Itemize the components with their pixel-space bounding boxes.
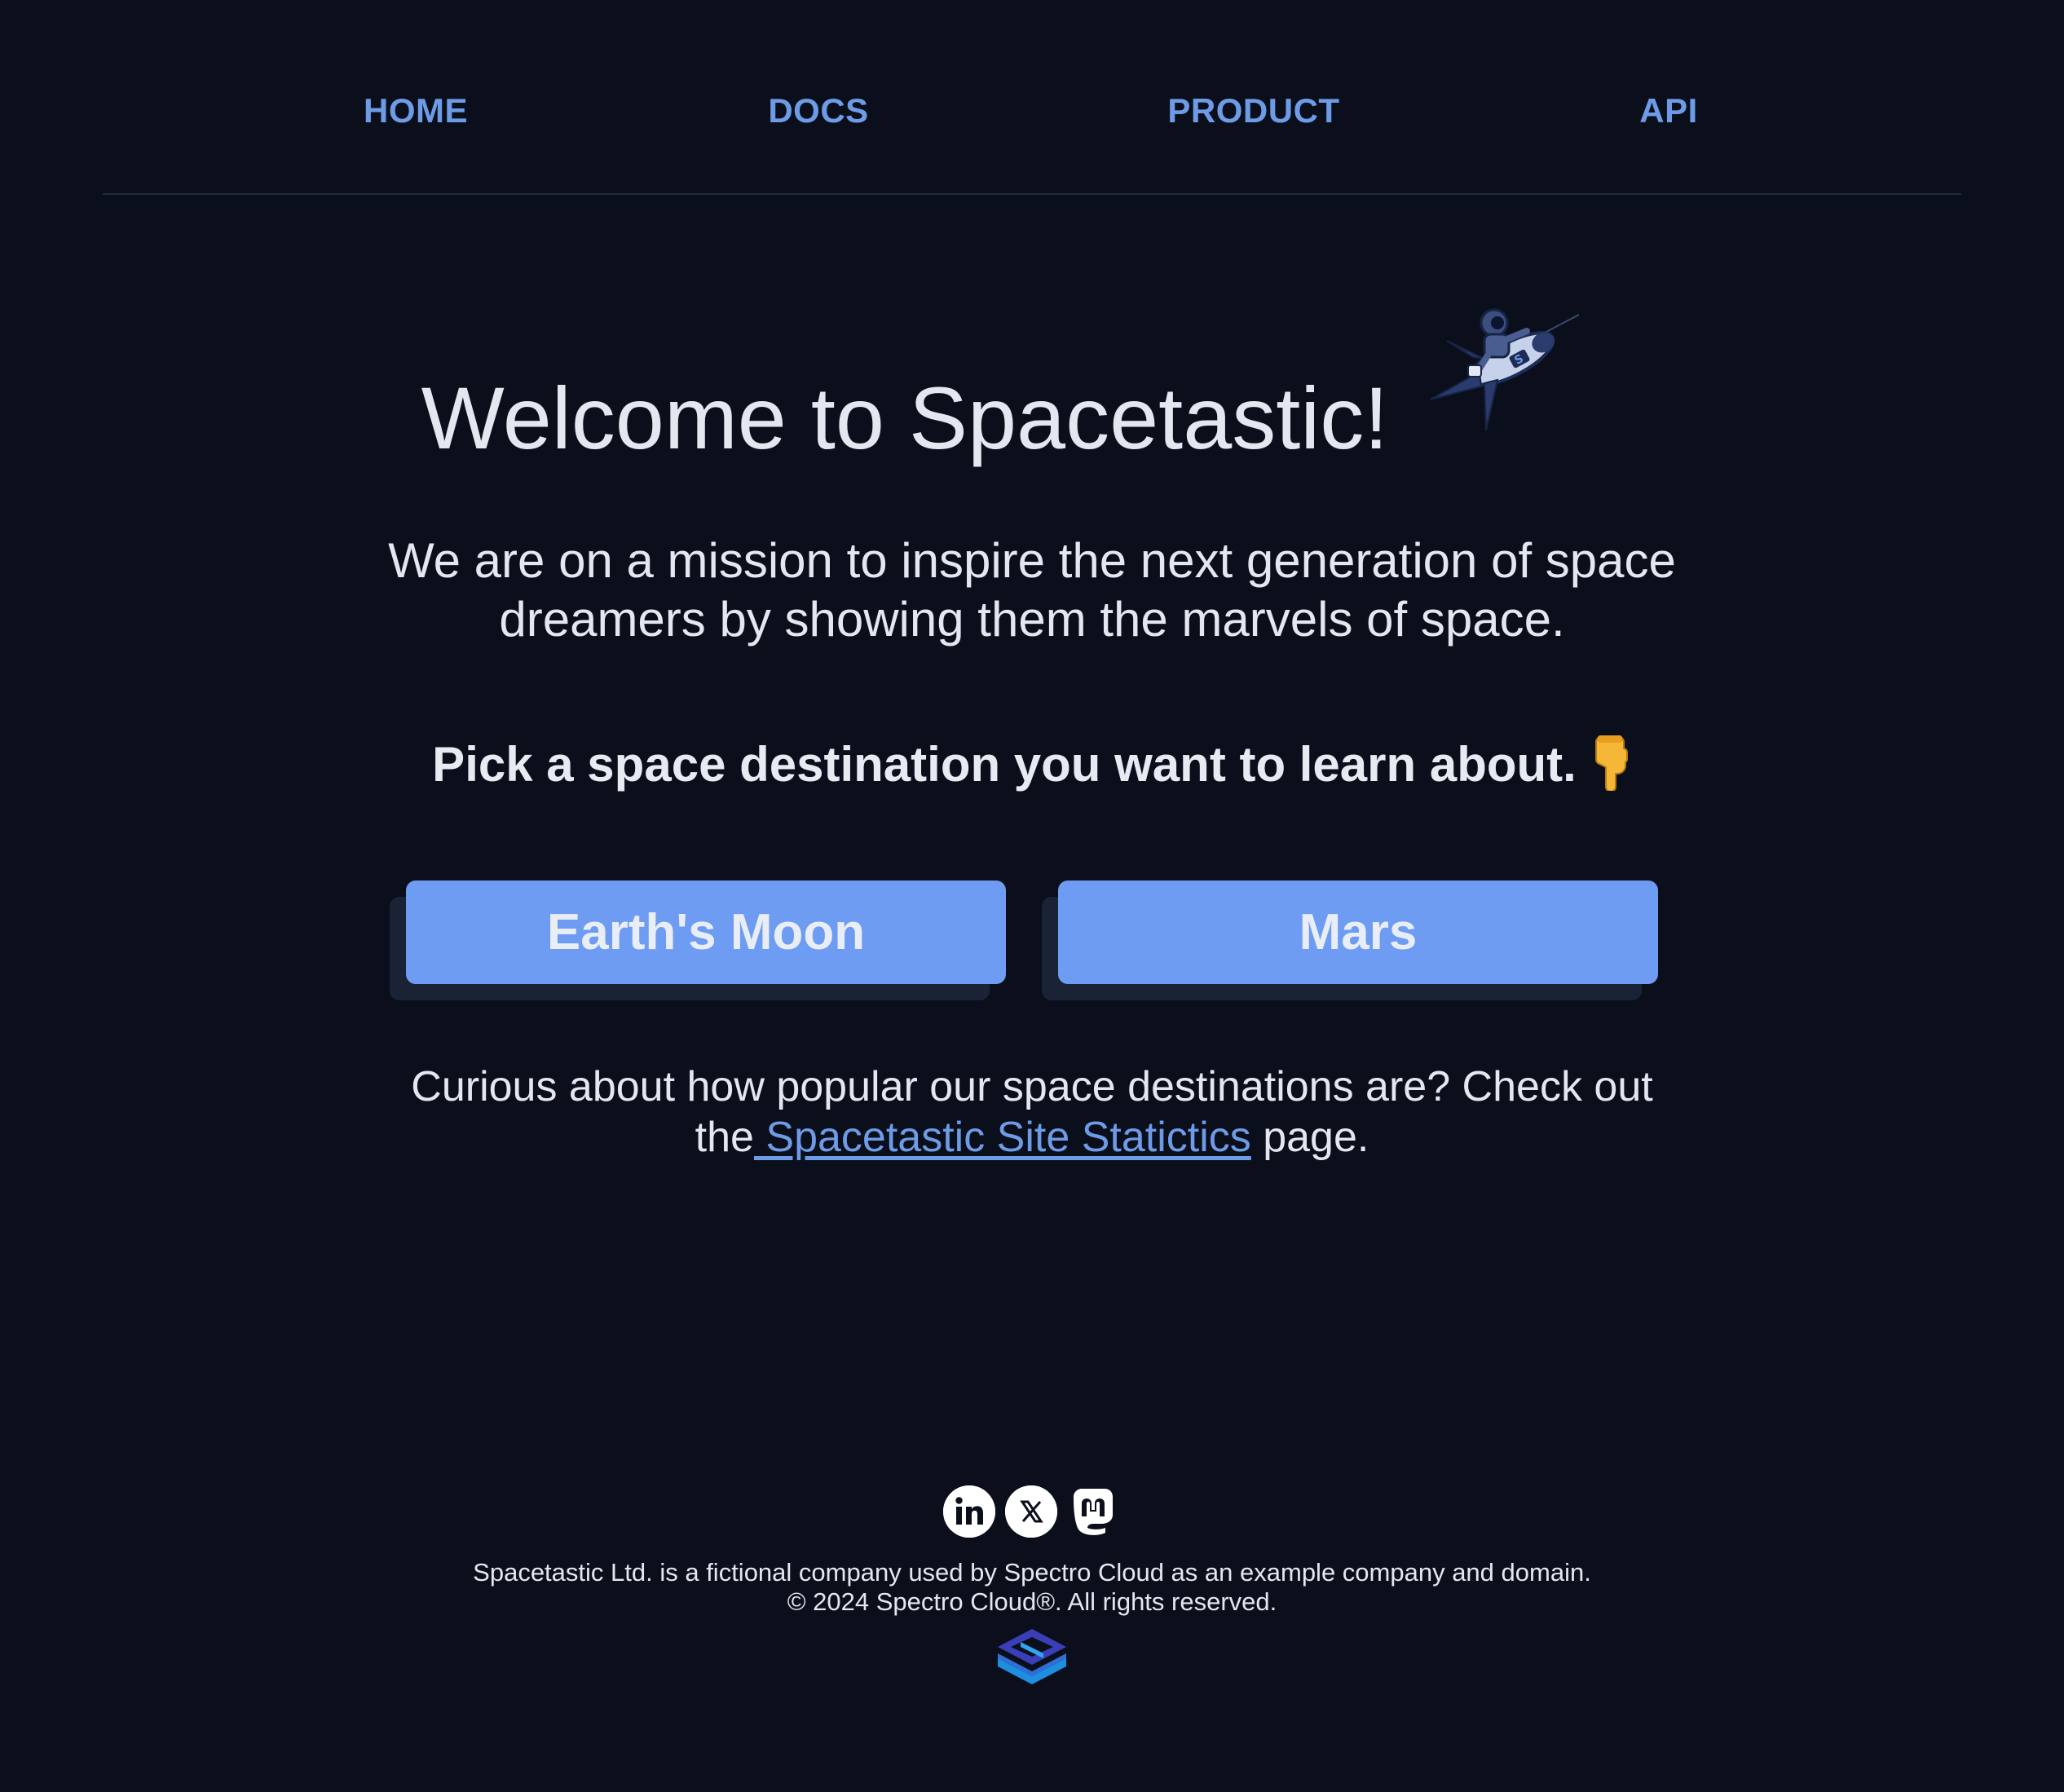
site-statistics-suffix: page.: [1250, 1114, 1369, 1161]
x-icon[interactable]: [1005, 1485, 1057, 1538]
nav-docs-link[interactable]: DOCS: [768, 91, 868, 130]
mission-statement: We are on a mission to inspire the next …: [388, 533, 1676, 647]
mars-button[interactable]: Mars: [1058, 881, 1658, 984]
linkedin-icon[interactable]: [943, 1485, 995, 1538]
mars-button-group: Mars: [1042, 881, 1658, 1000]
pick-destination-text: Pick a space destination you want to lea…: [432, 737, 1577, 792]
top-nav: HOME DOCS PRODUCT API: [103, 0, 1961, 195]
pick-destination-heading: Pick a space destination you want to lea…: [380, 734, 1684, 792]
earths-moon-button[interactable]: Earth's Moon: [406, 881, 1006, 984]
footer-copyright: © 2024 Spectro Cloud®. All rights reserv…: [787, 1587, 1277, 1616]
nav-api-link[interactable]: API: [1639, 91, 1698, 130]
site-statistics-prompt: Curious about how popular our space dest…: [380, 1062, 1684, 1163]
moon-button-group: Earth's Moon: [390, 881, 1006, 1000]
spectro-cloud-logo[interactable]: [996, 1629, 1068, 1689]
social-links: [943, 1485, 1122, 1539]
pointing-down-hand-icon: [1594, 735, 1628, 791]
astronaut-riding-rocket-icon: S: [1430, 308, 1580, 431]
nav-home-link[interactable]: HOME: [364, 91, 468, 130]
nav-product-link[interactable]: PRODUCT: [1167, 91, 1339, 130]
mastodon-icon[interactable]: [1067, 1485, 1119, 1538]
site-statistics-link[interactable]: Spacetastic Site Statictics: [754, 1114, 1250, 1161]
footer-disclaimer: Spacetastic Ltd. is a fictional company …: [473, 1558, 1591, 1587]
